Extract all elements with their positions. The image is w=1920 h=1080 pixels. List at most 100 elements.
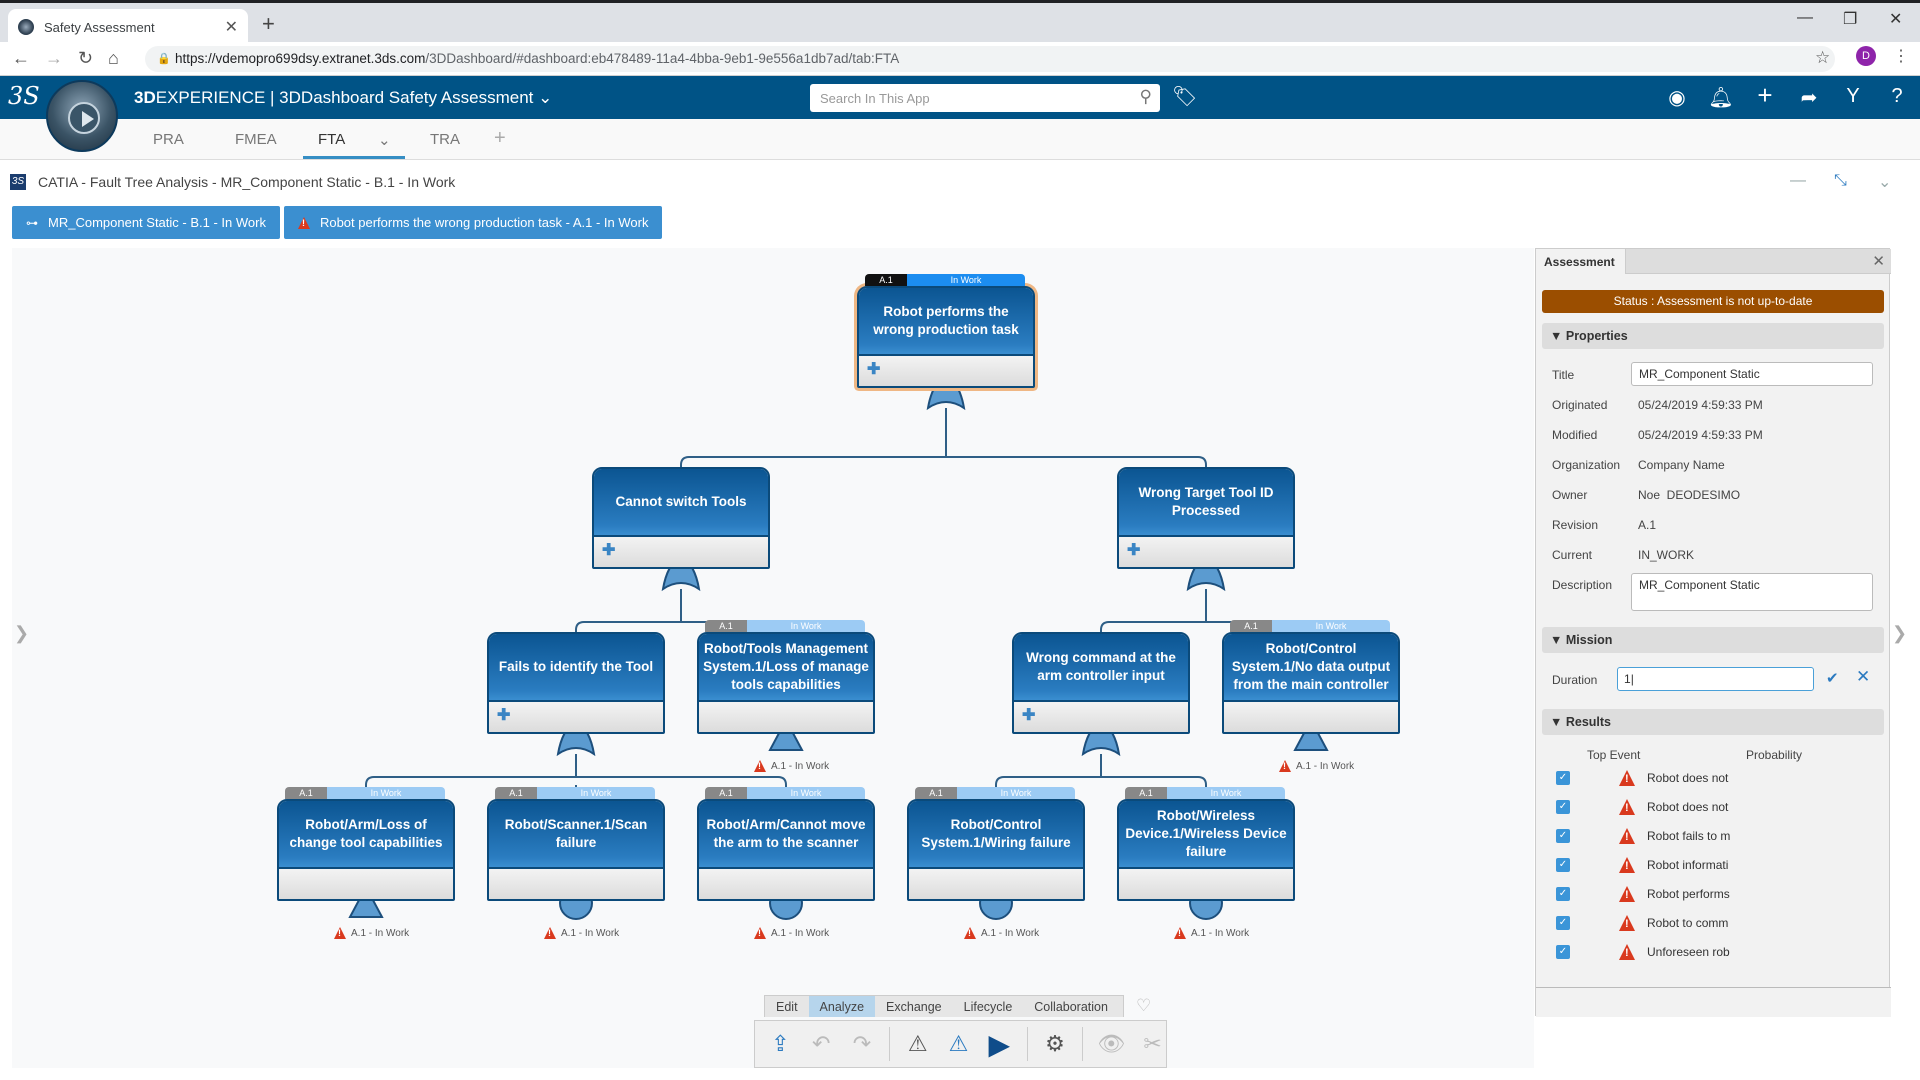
results-row[interactable]: ✓ Robot does not xyxy=(1556,797,1876,819)
results-row[interactable]: ✓ Robot fails to m xyxy=(1556,826,1876,848)
browser-tab[interactable]: Safety Assessment ✕ xyxy=(8,9,248,45)
row-checkbox[interactable]: ✓ xyxy=(1556,829,1570,843)
tab-pra[interactable]: PRA xyxy=(153,131,184,148)
tree-node[interactable]: Wrong Target Tool ID Processed ✚ xyxy=(1117,467,1295,569)
expand-left-panel-icon[interactable]: ❯ xyxy=(14,623,29,644)
duration-input[interactable]: 1| xyxy=(1617,667,1814,691)
results-row[interactable]: ✓ Robot performs xyxy=(1556,884,1876,906)
reload-icon[interactable]: ↻ xyxy=(78,48,93,69)
notifications-bell-icon[interactable]: 🔔︎ xyxy=(1708,85,1734,110)
description-field[interactable]: MR_Component Static xyxy=(1631,573,1873,611)
ds-logo-icon[interactable]: 3S xyxy=(8,82,40,110)
close-tab-icon[interactable]: ✕ xyxy=(225,17,238,37)
cut-tree-icon[interactable]: ✂ xyxy=(1139,1029,1166,1059)
tab-fmea[interactable]: FMEA xyxy=(235,131,277,148)
add-tab-icon[interactable]: + xyxy=(494,127,506,150)
tab-tra[interactable]: TRA xyxy=(430,131,460,148)
tree-node[interactable]: A.1 In Work Robot performs the wrong produ… xyxy=(857,274,1035,388)
favorite-heart-icon[interactable]: ♡ xyxy=(1136,996,1151,1016)
row-checkbox[interactable]: ✓ xyxy=(1556,858,1570,872)
action-tab-edit[interactable]: Edit xyxy=(765,996,809,1017)
minimize-widget-icon[interactable]: — xyxy=(1790,172,1806,190)
tree-node[interactable]: A.1 In Work Robot/Tools Management System.… xyxy=(697,620,875,734)
chevron-down-icon[interactable]: ⌄ xyxy=(538,88,552,107)
expand-plus-icon[interactable]: ✚ xyxy=(1022,708,1035,724)
tree-node[interactable]: Fails to identify the Tool ✚ xyxy=(487,632,665,734)
action-tab-collaboration[interactable]: Collaboration xyxy=(1023,996,1119,1017)
restore-icon[interactable]: ❐ xyxy=(1843,9,1857,29)
tree-node[interactable]: Cannot switch Tools ✚ xyxy=(592,467,770,569)
breadcrumb-component[interactable]: ⊶ MR_Component Static - B.1 - In Work xyxy=(12,206,280,239)
add-risk-icon[interactable]: ⚠ xyxy=(904,1029,931,1059)
expand-plus-icon[interactable]: ✚ xyxy=(1127,543,1140,559)
app-title[interactable]: 3DEXPERIENCE | 3DDashboard Safety Assess… xyxy=(134,88,552,108)
close-window-icon[interactable]: ✕ xyxy=(1889,9,1902,29)
undo-icon[interactable]: ↶ xyxy=(808,1029,835,1059)
run-analysis-icon[interactable]: ▶ xyxy=(986,1029,1013,1060)
column-top-event[interactable]: Top Event xyxy=(1587,748,1640,762)
back-icon[interactable]: ← xyxy=(12,48,30,69)
url-field[interactable]: 🔒 https://vdemopro699dsy.extranet.3ds.co… xyxy=(145,46,1835,72)
redo-icon[interactable]: ↷ xyxy=(849,1029,876,1059)
tab-menu-chevron-icon[interactable]: ⌄ xyxy=(378,131,391,149)
row-checkbox[interactable]: ✓ xyxy=(1556,945,1570,959)
forward-icon[interactable]: → xyxy=(45,48,63,69)
settings-mapping-icon[interactable]: ⚙ xyxy=(1042,1029,1069,1059)
action-tab-exchange[interactable]: Exchange xyxy=(875,996,953,1017)
search-icon[interactable]: ⚲ xyxy=(1140,87,1152,107)
tree-node[interactable]: A.1 In Work Robot/Control System.1/No data… xyxy=(1222,620,1400,734)
section-properties[interactable]: ▼ Properties xyxy=(1542,323,1884,349)
row-checkbox[interactable]: ✓ xyxy=(1556,800,1570,814)
results-row[interactable]: ✓ Robot to comm xyxy=(1556,913,1876,935)
tree-node[interactable]: A.1 In Work Robot/Wireless Device.1/Wirele… xyxy=(1117,787,1295,901)
close-panel-icon[interactable]: ✕ xyxy=(1872,252,1885,270)
tree-node[interactable]: A.1 In Work Robot/Arm/Loss of change tool … xyxy=(277,787,455,901)
user-profile-icon[interactable]: ◉ xyxy=(1664,85,1690,110)
compass-icon[interactable] xyxy=(46,80,118,152)
confirm-check-icon[interactable]: ✔ xyxy=(1826,669,1839,687)
row-checkbox[interactable]: ✓ xyxy=(1556,916,1570,930)
tree-node[interactable]: A.1 In Work Robot/Arm/Cannot move the arm … xyxy=(697,787,875,901)
node-label: Robot/Tools Management System.1/Loss of … xyxy=(699,634,873,702)
expand-right-panel-icon[interactable]: ❯ xyxy=(1892,623,1907,644)
add-icon[interactable]: + xyxy=(1752,80,1778,111)
open-risk-icon[interactable]: ⚠ xyxy=(945,1029,972,1059)
cancel-x-icon[interactable]: ✕ xyxy=(1856,667,1870,687)
tab-assessment[interactable]: Assessment xyxy=(1536,249,1626,274)
bookmark-star-icon[interactable]: ☆ xyxy=(1815,48,1830,68)
toggle-visibility-icon[interactable]: 👁 xyxy=(1097,1029,1125,1059)
title-field[interactable]: MR_Component Static xyxy=(1631,362,1873,386)
share-icon[interactable]: ➦ xyxy=(1796,85,1822,110)
browser-menu-icon[interactable]: ⋮ xyxy=(1893,46,1909,66)
export-icon[interactable]: ⇪ xyxy=(767,1029,794,1059)
tab-fta[interactable]: FTA xyxy=(318,131,345,148)
row-checkbox[interactable]: ✓ xyxy=(1556,771,1570,785)
row-checkbox[interactable]: ✓ xyxy=(1556,887,1570,901)
tree-node[interactable]: Wrong command at the arm controller inpu… xyxy=(1012,632,1190,734)
revision-label: A.1 xyxy=(705,787,747,799)
tree-node[interactable]: A.1 In Work Robot/Scanner.1/Scan failure xyxy=(487,787,665,901)
help-icon[interactable]: ? xyxy=(1884,85,1910,108)
expand-plus-icon[interactable]: ✚ xyxy=(602,543,615,559)
tree-node[interactable]: A.1 In Work Robot/Control System.1/Wiring … xyxy=(907,787,1085,901)
section-mission[interactable]: ▼ Mission xyxy=(1542,627,1884,653)
widget-menu-chevron-icon[interactable]: ⌄ xyxy=(1878,172,1891,192)
profile-avatar[interactable]: D xyxy=(1856,46,1876,66)
collapse-widget-icon[interactable]: ⤡ xyxy=(1834,172,1847,190)
results-row[interactable]: ✓ Robot does not xyxy=(1556,768,1876,790)
action-tab-analyze[interactable]: Analyze xyxy=(808,996,876,1017)
column-probability[interactable]: Probability xyxy=(1746,748,1802,762)
home-icon[interactable]: ⌂ xyxy=(108,48,119,69)
section-results[interactable]: ▼ Results xyxy=(1542,709,1884,735)
new-tab-button[interactable]: + xyxy=(262,11,275,37)
results-row[interactable]: ✓ Unforeseen rob xyxy=(1556,942,1876,964)
community-icon[interactable]: Y xyxy=(1840,85,1866,108)
results-row[interactable]: ✓ Robot informati xyxy=(1556,855,1876,877)
expand-plus-icon[interactable]: ✚ xyxy=(497,708,510,724)
action-tab-lifecycle[interactable]: Lifecycle xyxy=(953,996,1024,1017)
expand-plus-icon[interactable]: ✚ xyxy=(867,362,880,378)
breadcrumb-top-event[interactable]: Robot performs the wrong production task… xyxy=(283,206,663,239)
minimize-icon[interactable]: — xyxy=(1797,9,1813,27)
search-input[interactable]: Search In This App ⚲ xyxy=(810,84,1160,112)
tag-icon[interactable]: 🏷 xyxy=(1172,84,1197,109)
